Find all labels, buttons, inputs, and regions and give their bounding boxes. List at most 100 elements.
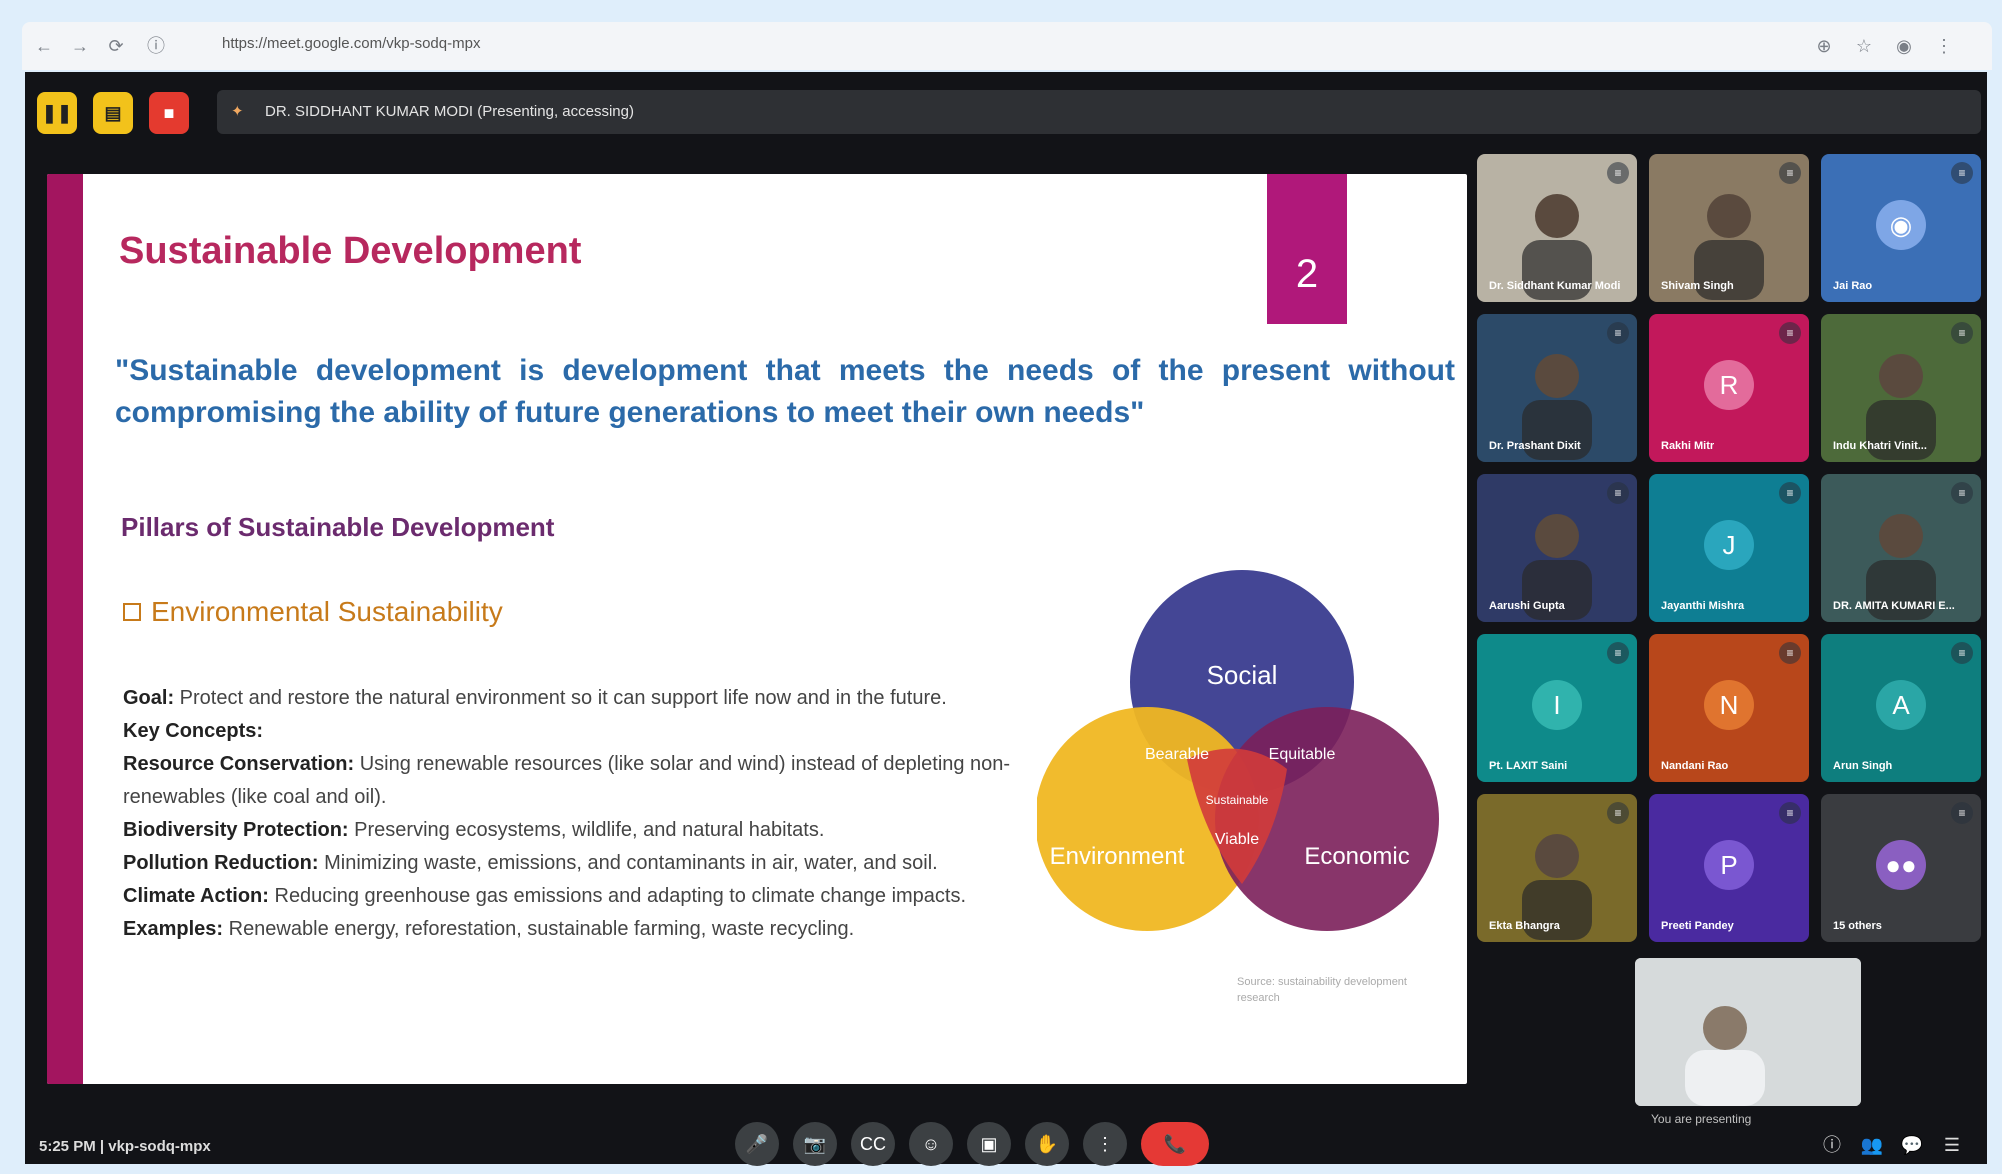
address-bar[interactable]: https://meet.google.com/vkp-sodq-mpx	[222, 35, 480, 52]
participant-name: Jai Rao	[1833, 280, 1873, 292]
meet-window: ❚❚ ▤ ■ ✦ DR. SIDDHANT KUMAR MODI (Present…	[25, 72, 1987, 1166]
end-call-button[interactable]: 📞	[1141, 1122, 1209, 1166]
slide-source: Source: sustainability development resea…	[1237, 976, 1407, 1004]
participant-avatar: N	[1704, 680, 1754, 730]
meet-top-bar: ❚❚ ▤ ■ ✦ DR. SIDDHANT KUMAR MODI (Present…	[37, 86, 1991, 144]
meeting-clock: 5:25 PM | vkp-sodq-mpx	[39, 1138, 211, 1155]
site-info-icon[interactable]: ⓘ	[144, 34, 168, 58]
slide-body-line: Resource Conservation: Using renewable r…	[123, 748, 1013, 814]
participant-tile[interactable]: ≡ Dr. Prashant Dixit	[1477, 314, 1637, 462]
participant-tile[interactable]: ≡ DR. AMITA KUMARI E...	[1821, 474, 1981, 622]
forward-icon[interactable]: →	[68, 34, 92, 58]
slide-body-line: Key Concepts:	[123, 715, 1013, 748]
captions-button[interactable]: CC	[851, 1122, 895, 1166]
participant-name: Pt. LAXIT Saini	[1489, 760, 1568, 772]
slide-body-text: Minimizing waste, emissions, and contami…	[318, 852, 938, 874]
participant-name: Shivam Singh	[1661, 280, 1734, 292]
mic-button[interactable]: 🎤	[735, 1122, 779, 1166]
pause-icon[interactable]: ❚❚	[37, 92, 77, 134]
mic-status-icon: ≡	[1779, 482, 1801, 504]
slide-body-text: Renewable energy, reforestation, sustain…	[223, 918, 855, 940]
menu-icon[interactable]: ⋮	[1932, 34, 1956, 58]
extension-icon[interactable]: ⊕	[1812, 34, 1836, 58]
right-controls: ⓘ 👥 💬 ☰	[1807, 1130, 1967, 1160]
slide-body-line: Examples: Renewable energy, reforestatio…	[123, 913, 1013, 946]
mic-status-icon: ≡	[1607, 642, 1629, 664]
participant-name: 15 others	[1833, 920, 1882, 932]
slide-body-text: Protect and restore the natural environm…	[174, 687, 947, 709]
emoji-button[interactable]: ☺	[909, 1122, 953, 1166]
participant-name: DR. AMITA KUMARI E...	[1833, 600, 1955, 612]
participant-tile[interactable]: ≡ Aarushi Gupta	[1477, 474, 1637, 622]
self-view-person-icon	[1635, 958, 1861, 1106]
participant-name: Arun Singh	[1833, 760, 1893, 772]
slide-accent-bar	[47, 174, 83, 1084]
participant-name: Jayanthi Mishra	[1661, 600, 1745, 612]
participant-tile[interactable]: N ≡ Nandani Rao	[1649, 634, 1809, 782]
raise-hand-button[interactable]: ✋	[1025, 1122, 1069, 1166]
mic-status-icon: ≡	[1779, 802, 1801, 824]
people-icon[interactable]: 👥	[1857, 1130, 1887, 1160]
chat-icon[interactable]: 💬	[1897, 1130, 1927, 1160]
meeting-info-icon[interactable]: ⓘ	[1817, 1130, 1847, 1160]
mic-status-icon: ≡	[1779, 162, 1801, 184]
participant-avatar: J	[1704, 520, 1754, 570]
participant-tile[interactable]: ≡ Dr. Siddhant Kumar Modi	[1477, 154, 1637, 302]
back-icon[interactable]: ←	[32, 34, 56, 58]
participant-avatar: I	[1532, 680, 1582, 730]
slide-body-label: Goal:	[123, 687, 175, 709]
participant-avatar: R	[1704, 360, 1754, 410]
slide-body-line: Pollution Reduction: Minimizing waste, e…	[123, 847, 1013, 880]
presenter-icon: ✦	[231, 103, 244, 120]
reload-icon[interactable]: ⟳	[104, 34, 128, 58]
camera-button[interactable]: 📷	[793, 1122, 837, 1166]
participant-tile[interactable]: ≡ Shivam Singh	[1649, 154, 1809, 302]
mic-status-icon: ≡	[1951, 322, 1973, 344]
participant-tile[interactable]: ≡ Ekta Bhangra	[1477, 794, 1637, 942]
participant-avatar: ◉	[1876, 200, 1926, 250]
mic-status-icon: ≡	[1607, 802, 1629, 824]
mic-status-icon: ≡	[1951, 482, 1973, 504]
participant-name: Dr. Prashant Dixit	[1489, 440, 1581, 452]
participant-tile[interactable]: ◉ ≡ Jai Rao	[1821, 154, 1981, 302]
participant-tile[interactable]: P ≡ Preeti Pandey	[1649, 794, 1809, 942]
activities-icon[interactable]: ☰	[1937, 1130, 1967, 1160]
pillars-heading: Pillars of Sustainable Development	[121, 512, 555, 542]
sustainability-venn-diagram: Social Environment Economic Bearable Equ…	[1037, 570, 1439, 931]
star-icon[interactable]: ☆	[1852, 34, 1876, 58]
bearable-label: Bearable	[1145, 746, 1209, 763]
slide-number: 2	[1267, 174, 1347, 324]
mic-status-icon: ≡	[1607, 322, 1629, 344]
environment-label: Environment	[1050, 843, 1185, 870]
participant-tile[interactable]: J ≡ Jayanthi Mishra	[1649, 474, 1809, 622]
mic-status-icon: ≡	[1951, 802, 1973, 824]
more-options-button[interactable]: ⋮	[1083, 1122, 1127, 1166]
stop-record-icon[interactable]: ■	[149, 92, 189, 134]
participant-tile[interactable]: I ≡ Pt. LAXIT Saini	[1477, 634, 1637, 782]
presentation-slide: 2 Sustainable Development "Sustainable d…	[47, 174, 1467, 1084]
self-view[interactable]	[1635, 958, 1861, 1106]
participant-avatar: P	[1704, 840, 1754, 890]
profile-icon[interactable]: ◉	[1892, 34, 1916, 58]
environmental-heading: Environmental Sustainability	[123, 596, 503, 628]
participant-tile[interactable]: A ≡ Arun Singh	[1821, 634, 1981, 782]
slide-quote: "Sustainable development is development …	[115, 354, 1455, 429]
present-button[interactable]: ▣	[967, 1122, 1011, 1166]
participant-name: Preeti Pandey	[1661, 920, 1734, 932]
mic-status-icon: ≡	[1779, 642, 1801, 664]
slide-body-label: Key Concepts:	[123, 720, 264, 742]
participant-tile[interactable]: ≡ Indu Khatri Vinit...	[1821, 314, 1981, 462]
participant-name: Nandani Rao	[1661, 760, 1729, 772]
mic-status-icon: ≡	[1779, 322, 1801, 344]
presenting-label: DR. SIDDHANT KUMAR MODI (Presenting, acc…	[265, 103, 634, 120]
checkbox-bullet-icon	[123, 603, 141, 621]
pages-icon[interactable]: ▤	[93, 92, 133, 134]
participant-name: Dr. Siddhant Kumar Modi	[1489, 280, 1621, 292]
participant-name: Indu Khatri Vinit...	[1833, 440, 1927, 452]
presenting-banner: ✦ DR. SIDDHANT KUMAR MODI (Presenting, ac…	[217, 90, 1981, 134]
participant-tile[interactable]: ●● ≡ 15 others	[1821, 794, 1981, 942]
mic-status-icon: ≡	[1951, 162, 1973, 184]
participant-tile[interactable]: R ≡ Rakhi Mitr	[1649, 314, 1809, 462]
slide-body-text: Preserving ecosystems, wildlife, and nat…	[348, 819, 825, 841]
slide-title: Sustainable Development	[119, 230, 582, 272]
